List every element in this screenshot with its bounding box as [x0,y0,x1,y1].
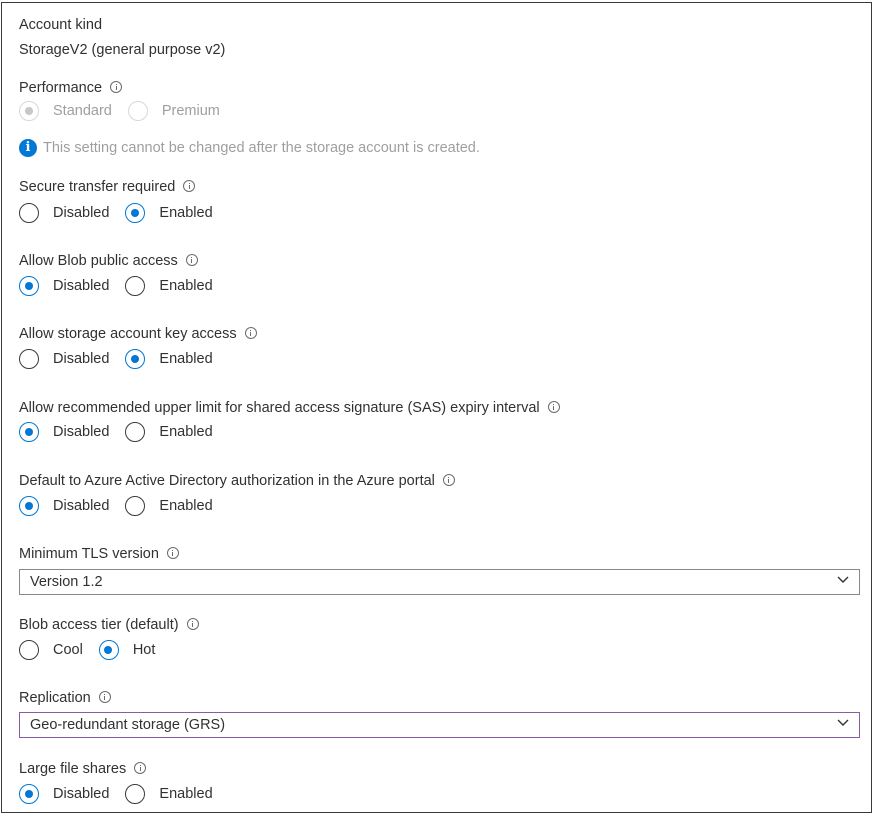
option-label: Cool [53,642,83,658]
min-tls-label-text: Minimum TLS version [19,546,159,562]
large-file-shares-option-disabled[interactable]: Disabled [19,784,109,804]
info-icon[interactable] [98,691,111,703]
info-icon[interactable] [547,401,560,413]
min-tls-label: Minimum TLS version [19,545,179,563]
radio-enabled[interactable] [125,349,146,369]
option-label: Enabled [159,424,213,440]
blob-public-access-label: Allow Blob public access [19,252,198,270]
info-icon[interactable] [185,254,198,266]
info-filled-icon: i [19,139,37,158]
sas-expiry-radio-group: Disabled Enabled [19,420,229,444]
account-kind-label: Account kind [19,17,103,33]
radio-standard[interactable] [19,101,39,121]
info-icon[interactable] [166,547,179,559]
aad-default-radio-group: Disabled Enabled [19,494,229,518]
blob-tier-option-hot[interactable]: Hot [98,640,156,660]
large-file-shares-option-enabled[interactable]: Enabled [125,784,213,804]
chevron-down-icon [837,719,849,726]
key-access-option-enabled[interactable]: Enabled [125,349,213,369]
radio-disabled[interactable] [19,496,39,516]
info-icon[interactable] [244,327,257,339]
info-icon[interactable] [110,81,123,93]
option-label: Enabled [159,278,213,294]
replication-label: Replication [19,689,111,707]
option-label: Enabled [159,205,213,221]
replication-dropdown-value: Geo-redundant storage (GRS) [30,717,226,733]
radio-disabled[interactable] [19,422,39,442]
info-icon[interactable] [134,762,147,774]
key-access-radio-group: Disabled Enabled [19,347,229,371]
sas-expiry-label-text: Allow recommended upper limit for shared… [19,400,540,416]
large-file-shares-radio-group: Disabled Enabled [19,782,229,806]
radio-enabled[interactable] [125,276,146,296]
info-icon[interactable] [186,618,199,630]
radio-enabled[interactable] [125,496,146,516]
sas-expiry-option-enabled[interactable]: Enabled [125,422,213,442]
large-file-shares-label: Large file shares [19,760,147,778]
min-tls-dropdown-value: Version 1.2 [30,574,103,590]
min-tls-dropdown[interactable]: Version 1.2 [19,569,860,595]
performance-note-text: This setting cannot be changed after the… [43,140,480,156]
option-label: Disabled [53,351,110,367]
aad-default-option-disabled[interactable]: Disabled [19,496,109,516]
aad-default-label-text: Default to Azure Active Directory author… [19,473,435,489]
radio-disabled[interactable] [19,276,39,296]
performance-option-standard[interactable]: Standard [19,101,112,121]
radio-hot[interactable] [98,640,119,660]
sas-expiry-option-disabled[interactable]: Disabled [19,422,109,442]
performance-note: i This setting cannot be changed after th… [19,139,480,158]
radio-premium[interactable] [127,101,148,121]
radio-disabled[interactable] [19,784,39,804]
aad-default-option-enabled[interactable]: Enabled [125,496,213,516]
performance-option-standard-label: Standard [53,103,112,119]
blob-tier-radio-group: Cool Hot [19,638,171,662]
performance-label-text: Performance [19,80,103,96]
performance-option-premium[interactable]: Premium [127,101,220,121]
blob-tier-label: Blob access tier (default) [19,616,199,634]
performance-option-premium-label: Premium [161,103,220,119]
sas-expiry-label: Allow recommended upper limit for shared… [19,399,560,417]
radio-disabled[interactable] [19,203,39,223]
option-label: Enabled [159,351,213,367]
blob-tier-option-cool[interactable]: Cool [19,640,83,660]
info-icon[interactable] [442,474,455,486]
key-access-label: Allow storage account key access [19,325,257,343]
option-label: Hot [132,642,156,658]
replication-dropdown[interactable]: Geo-redundant storage (GRS) [19,712,860,738]
performance-label: Performance [19,79,123,97]
option-label: Enabled [159,498,213,514]
option-label: Disabled [53,786,110,802]
account-kind-value: StorageV2 (general purpose v2) [19,42,226,58]
option-label: Disabled [53,424,110,440]
blob-public-access-radio-group: Disabled Enabled [19,274,229,298]
option-label: Disabled [53,205,110,221]
option-label: Disabled [53,278,110,294]
option-label: Enabled [159,786,213,802]
chevron-down-icon [837,576,849,583]
option-label: Disabled [53,498,110,514]
replication-label-text: Replication [19,690,91,706]
secure-transfer-label: Secure transfer required [19,178,196,196]
radio-enabled[interactable] [125,784,146,804]
radio-cool[interactable] [19,640,39,660]
secure-transfer-option-disabled[interactable]: Disabled [19,203,109,223]
key-access-label-text: Allow storage account key access [19,326,237,342]
secure-transfer-option-enabled[interactable]: Enabled [125,203,213,223]
info-icon[interactable] [183,180,196,192]
blob-public-access-option-disabled[interactable]: Disabled [19,276,109,296]
radio-enabled[interactable] [125,422,146,442]
storage-advanced-settings-panel: Account kind StorageV2 (general purpose … [1,2,872,813]
blob-tier-label-text: Blob access tier (default) [19,617,179,633]
key-access-option-disabled[interactable]: Disabled [19,349,109,369]
blob-public-access-option-enabled[interactable]: Enabled [125,276,213,296]
secure-transfer-label-text: Secure transfer required [19,179,176,195]
aad-default-label: Default to Azure Active Directory author… [19,472,455,490]
blob-public-access-label-text: Allow Blob public access [19,253,178,269]
performance-radio-group: Standard Premium [19,99,236,123]
secure-transfer-radio-group: Disabled Enabled [19,201,229,225]
large-file-shares-label-text: Large file shares [19,761,127,777]
radio-enabled[interactable] [125,203,146,223]
radio-disabled[interactable] [19,349,39,369]
